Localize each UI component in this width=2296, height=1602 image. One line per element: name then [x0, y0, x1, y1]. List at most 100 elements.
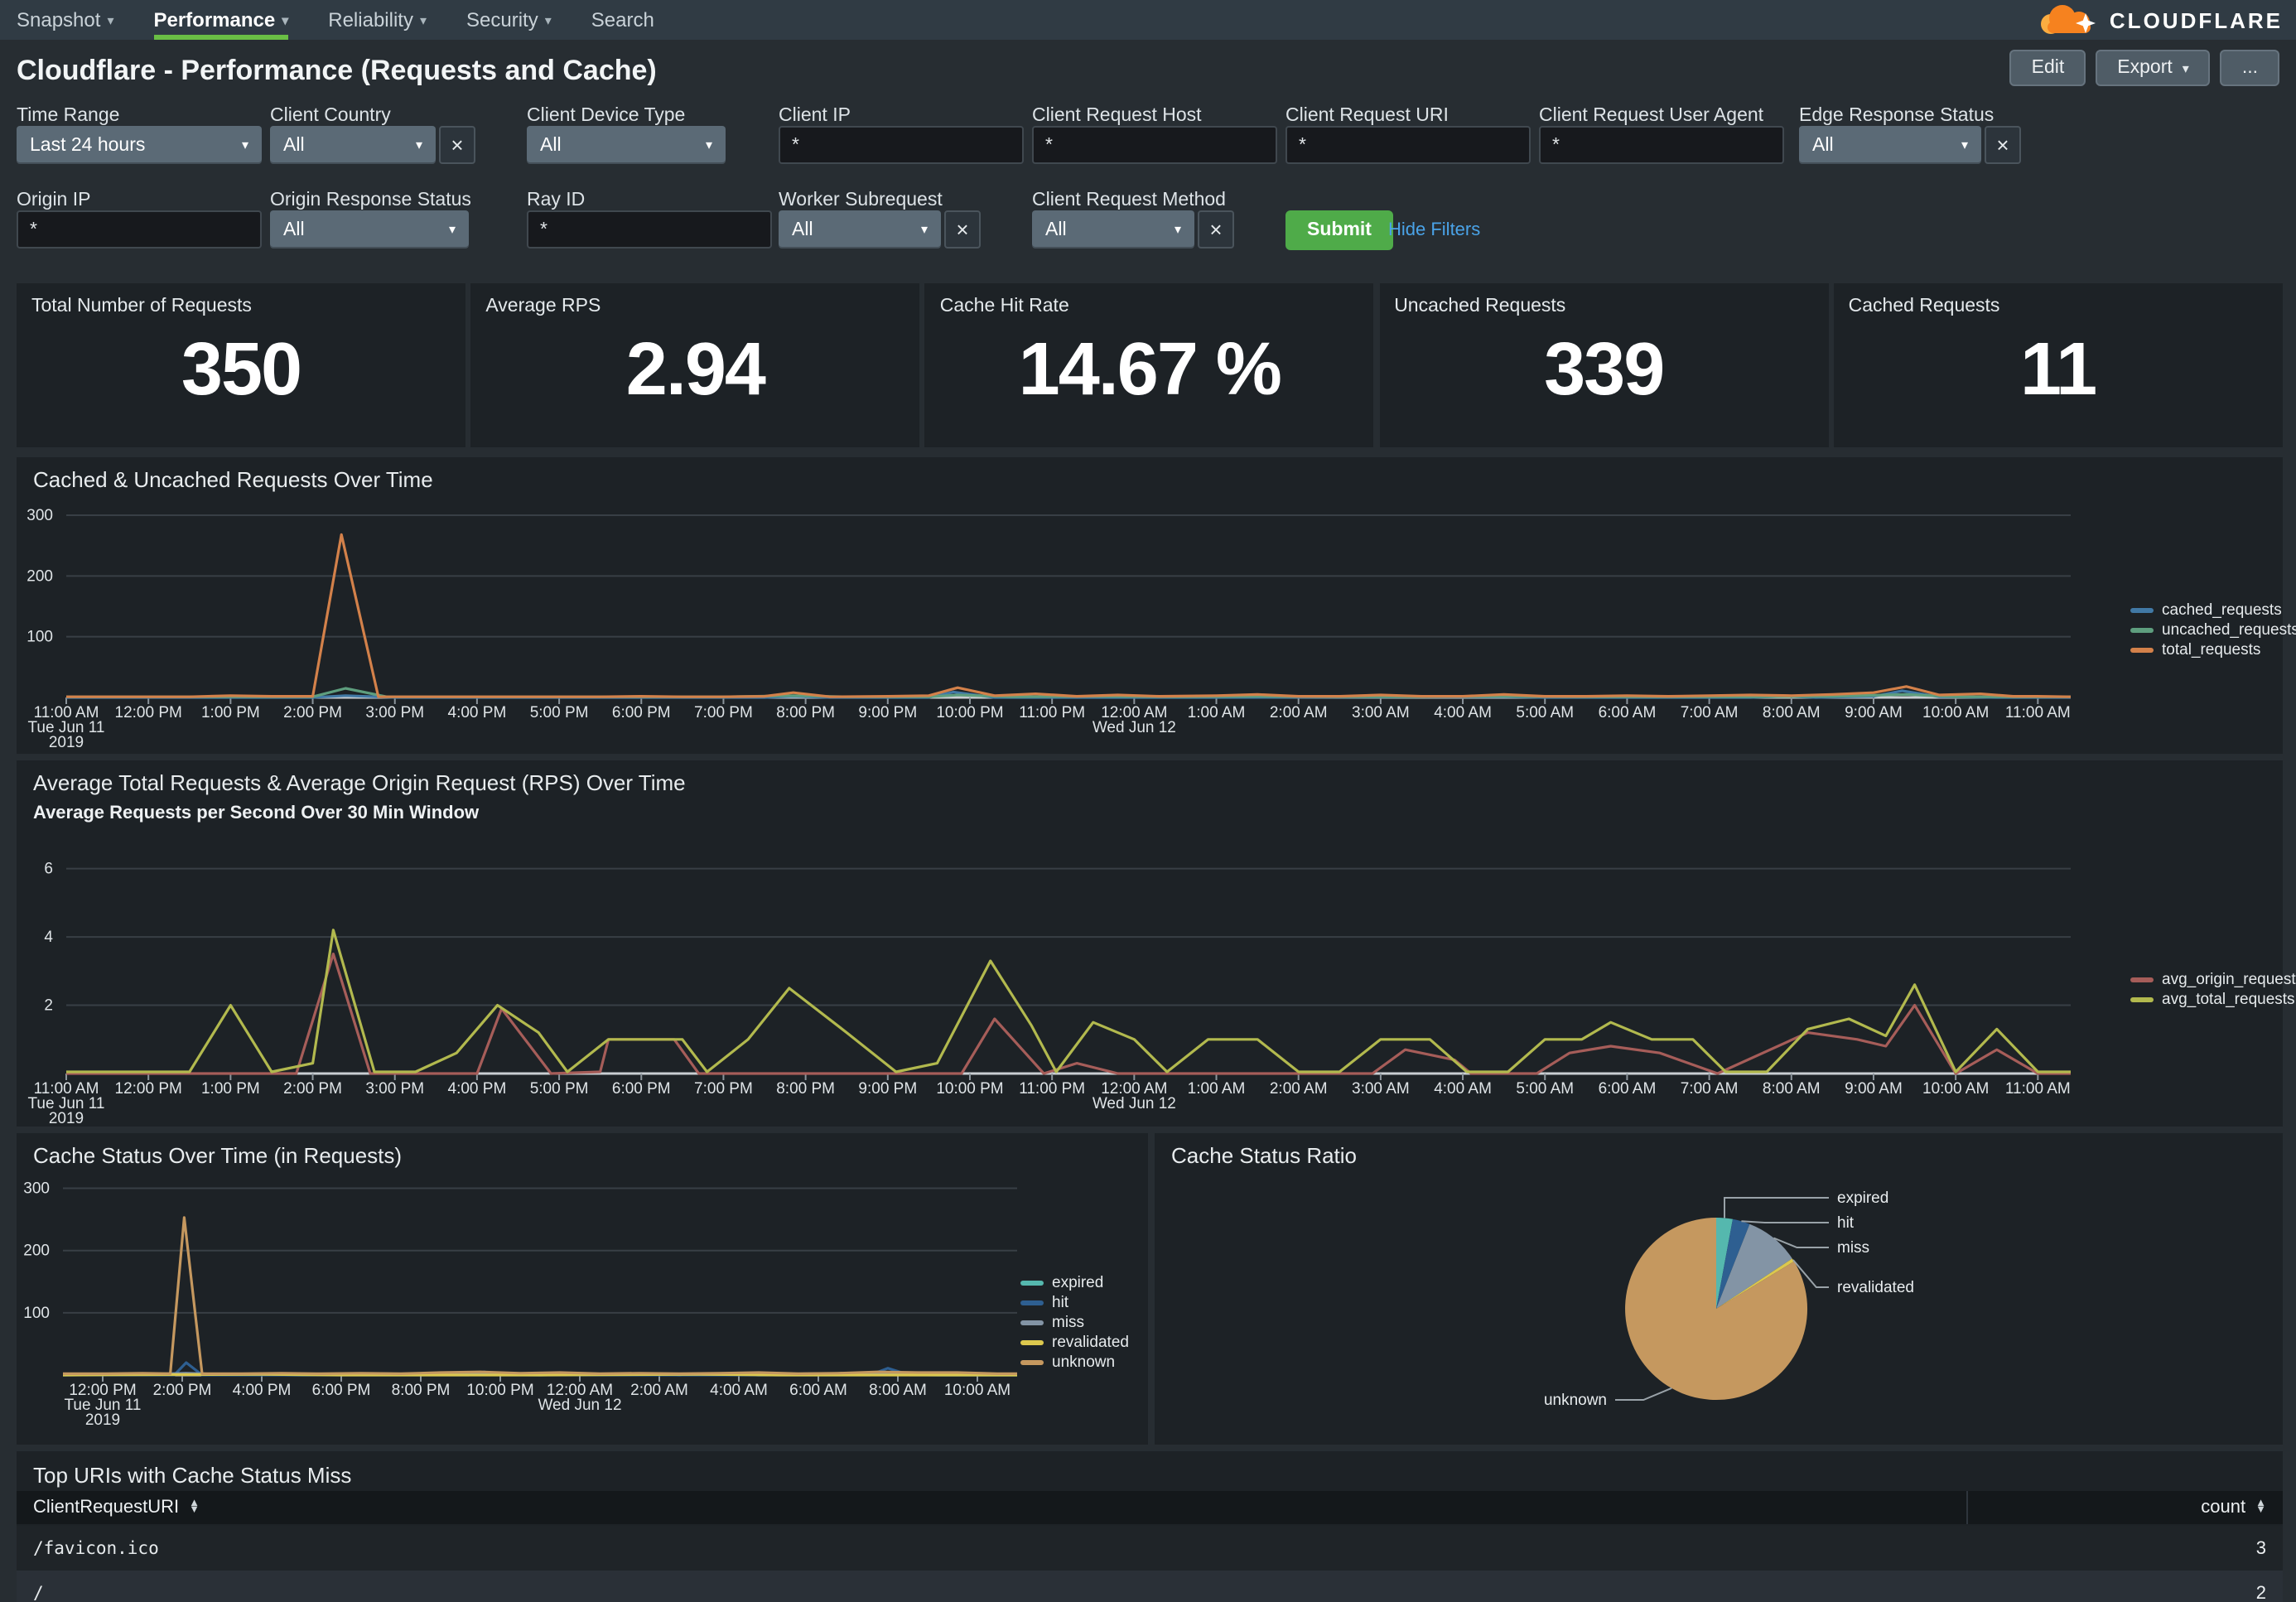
legend-swatch — [2130, 607, 2154, 612]
edit-button[interactable]: Edit — [2010, 50, 2086, 86]
nav-item-label: Snapshot — [17, 8, 100, 31]
table-row: /favicon.ico3 — [17, 1526, 2283, 1571]
client-ip-input[interactable] — [779, 126, 1024, 164]
legend-swatch — [1020, 1320, 1044, 1325]
dashboard: Snapshot▾Performance▾Reliability▾Securit… — [0, 0, 2296, 1602]
x-tick-label: 9:00 AM — [1845, 704, 1903, 721]
chevron-down-icon: ▾ — [416, 138, 422, 152]
x-tick-label: 9:00 PM — [858, 704, 917, 721]
header-actions: Edit Export▾... — [2010, 50, 2279, 86]
client-request-uri-input[interactable] — [1285, 126, 1531, 164]
chevron-down-icon: ▾ — [545, 12, 552, 27]
client-request-user-agent-label: Client Request User Agent — [1539, 106, 1763, 126]
average-total-requests-average-origin-request-rps-over-time-panel: Average Total Requests & Average Origin … — [17, 760, 2283, 1127]
nav-item-security[interactable]: Security▾ — [466, 0, 552, 40]
legend-item-unknown[interactable]: unknown — [1020, 1352, 1129, 1372]
legend-item-cached-requests[interactable]: cached_requests — [2130, 600, 2296, 620]
x-tick-label: 3:00 AM — [1352, 1080, 1410, 1098]
cached-uncached-requests-over-time-chart: 10020030011:00 AMTue Jun 11201912:00 PM1… — [17, 457, 2283, 754]
x-tick-label: 6:00 PM — [612, 704, 671, 721]
client-request-user-agent-input[interactable] — [1539, 126, 1784, 164]
unknown-line — [63, 1218, 1017, 1374]
worker-subrequest-select[interactable]: All▾ — [779, 210, 941, 249]
nav-item-snapshot[interactable]: Snapshot▾ — [17, 0, 113, 40]
top-nav: Snapshot▾Performance▾Reliability▾Securit… — [0, 0, 2296, 40]
more-options-button[interactable]: ... — [2221, 50, 2279, 86]
x-tick-label: 2:00 AM — [1270, 1080, 1328, 1098]
client-request-method-select[interactable]: All▾ — [1032, 210, 1194, 249]
x-tick-label: 7:00 PM — [694, 1080, 753, 1098]
x-tick-label: 6:00 AM — [789, 1382, 847, 1399]
x-tick-label: 8:00 PM — [392, 1382, 451, 1399]
edge-response-status-clear-button[interactable]: × — [1985, 126, 2021, 164]
origin-ip-label: Origin IP — [17, 191, 91, 210]
cell-count: 2 — [1968, 1583, 2283, 1602]
legend-item-revalidated[interactable]: revalidated — [1020, 1332, 1129, 1352]
column-header-count[interactable]: count▲▼ — [1966, 1491, 2283, 1524]
total_requests-line — [66, 534, 2071, 697]
client-device-type-select[interactable]: All▾ — [527, 126, 726, 164]
origin-ip-input[interactable] — [17, 210, 262, 249]
worker-subrequest-label: Worker Subrequest — [779, 191, 943, 210]
x-tick-label: 10:00 AM — [1922, 704, 1989, 721]
x-tick-label: 5:00 PM — [530, 704, 589, 721]
x-tick-label: 1:00 AM — [1188, 704, 1246, 721]
x-tick-label: 10:00 AM — [1922, 1080, 1989, 1098]
chevron-down-icon: ▾ — [1961, 138, 1968, 152]
stat-card-title: Cached Requests — [1849, 297, 2000, 316]
edge-response-status-select[interactable]: All▾ — [1799, 126, 1981, 164]
chart-legend: cached_requestsuncached_requeststotal_re… — [2130, 600, 2296, 659]
x-tick-label: 4:00 PM — [233, 1382, 292, 1399]
legend-item-expired[interactable]: expired — [1020, 1272, 1129, 1292]
x-tick-label: 12:00 PM — [115, 704, 182, 721]
chevron-down-icon: ▾ — [420, 12, 427, 27]
clear-icon: × — [956, 217, 968, 242]
ray-id-input[interactable] — [527, 210, 772, 249]
legend-item-miss[interactable]: miss — [1020, 1312, 1129, 1332]
legend-label: avg_origin_requests — [2162, 970, 2296, 988]
time-range-select[interactable]: Last 24 hours▾ — [17, 126, 262, 164]
legend-item-uncached-requests[interactable]: uncached_requests — [2130, 620, 2296, 639]
x-tick-date-label: 2019 — [49, 1110, 84, 1127]
client-request-method-clear-button[interactable]: × — [1198, 210, 1234, 249]
legend-label: expired — [1052, 1273, 1103, 1291]
submit-button[interactable]: Submit — [1285, 210, 1393, 250]
worker-subrequest-clear-button[interactable]: × — [944, 210, 981, 249]
origin-response-status-select[interactable]: All▾ — [270, 210, 469, 249]
x-tick-label: 11:00 AM — [2005, 1080, 2071, 1098]
hide-filters-link[interactable]: Hide Filters — [1388, 220, 1480, 240]
legend-swatch — [1020, 1280, 1044, 1285]
x-tick-label: 5:00 PM — [530, 1080, 589, 1098]
client-request-uri-label: Client Request URI — [1285, 106, 1449, 126]
client-request-host-label: Client Request Host — [1032, 106, 1202, 126]
client-request-host-input[interactable] — [1032, 126, 1277, 164]
client-country-clear-button[interactable]: × — [439, 126, 475, 164]
nav-item-reliability[interactable]: Reliability▾ — [328, 0, 427, 40]
stat-card-title: Total Number of Requests — [31, 297, 252, 316]
svg-text:6: 6 — [44, 861, 53, 878]
client-country-select[interactable]: All ▾ — [270, 126, 436, 164]
legend-item-avg-total-requests[interactable]: avg_total_requests — [2130, 989, 2296, 1009]
clear-icon: × — [1996, 133, 2009, 157]
column-header-label: ClientRequestURI — [33, 1498, 179, 1518]
stat-card-title: Uncached Requests — [1394, 297, 1565, 316]
column-header-label: count — [2201, 1498, 2245, 1518]
column-header-clientrequesturi[interactable]: ClientRequestURI▲▼ — [17, 1491, 1966, 1524]
brand-name: CLOUDFLARE — [2110, 7, 2283, 32]
legend-item-hit[interactable]: hit — [1020, 1292, 1129, 1312]
client-ip-label: Client IP — [779, 106, 851, 126]
x-tick-label: 9:00 AM — [1845, 1080, 1903, 1098]
legend-swatch — [2130, 996, 2154, 1001]
export-button[interactable]: Export▾ — [2096, 50, 2211, 86]
select-value: All — [283, 135, 305, 155]
nav-item-performance[interactable]: Performance▾ — [153, 0, 288, 40]
button-label: Edit — [2032, 58, 2065, 78]
stat-card-cache-hit-rate: Cache Hit Rate14.67 % — [925, 283, 1374, 447]
chevron-down-icon: ▾ — [242, 138, 248, 152]
stat-card-value: 2.94 — [470, 326, 919, 413]
legend-item-avg-origin-requests[interactable]: avg_origin_requests — [2130, 969, 2296, 989]
legend-item-total-requests[interactable]: total_requests — [2130, 639, 2296, 659]
origin-response-status-label: Origin Response Status — [270, 191, 471, 210]
nav-item-search[interactable]: Search — [591, 0, 654, 40]
client-device-type-label: Client Device Type — [527, 106, 685, 126]
